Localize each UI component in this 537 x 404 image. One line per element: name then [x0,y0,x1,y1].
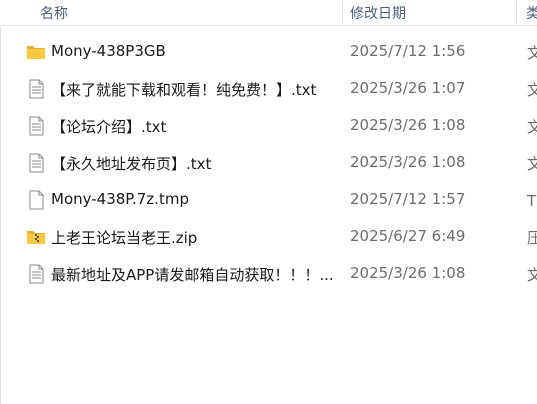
text-file-icon [26,116,46,136]
text-file-icon [26,264,46,284]
file-date: 2025/7/12 1:56 [350,42,466,60]
file-type: 文本文档 [527,266,537,284]
file-type: TMP 文件 [527,192,537,210]
column-header-type[interactable]: 类型 [526,3,537,23]
file-explorer: ^ 名称 修改日期 类型 Mony-438P3GB 2025/7/12 1:56… [0,0,537,404]
text-file-icon [26,79,46,99]
file-date: 2025/7/12 1:57 [350,190,466,208]
blank-file-icon [26,190,46,210]
file-name: 上老王论坛当老王.zip [51,229,198,247]
file-type: 压缩文件 [527,229,537,247]
column-header-bar: ^ 名称 修改日期 类型 [0,0,537,26]
file-date: 2025/3/26 1:07 [350,79,466,97]
file-row[interactable]: Mony-438P.7z.tmp 2025/7/12 1:57 TMP 文件 [0,182,537,218]
file-row[interactable]: 最新地址及APP请发邮箱自动获取！！！... 2025/3/26 1:08 文本… [0,256,537,292]
file-type: 文件夹 [527,44,537,62]
file-type: 文本文档 [527,155,537,173]
column-divider[interactable] [342,0,343,24]
file-date: 2025/3/26 1:08 [350,264,466,282]
file-date: 2025/3/26 1:08 [350,116,466,134]
file-row[interactable]: 【来了就能下载和观看！纯免费！】.txt 2025/3/26 1:07 文本文档 [0,71,537,107]
file-name: 【来了就能下载和观看！纯免费！】.txt [51,81,317,99]
column-header-name[interactable]: 名称 [40,3,68,23]
file-row[interactable]: Mony-438P3GB 2025/7/12 1:56 文件夹 [0,34,537,70]
file-date: 2025/6/27 6:49 [350,227,466,245]
column-header-date-modified[interactable]: 修改日期 [350,3,406,23]
text-file-icon [26,153,46,173]
file-name: 【永久地址发布页】.txt [51,155,212,173]
folder-icon [26,42,46,62]
file-date: 2025/3/26 1:08 [350,153,466,171]
zip-folder-icon [26,227,46,247]
file-name: 【论坛介绍】.txt [51,118,167,136]
file-type: 文本文档 [527,81,537,99]
sort-up-icon: ^ [186,0,194,6]
file-type: 文本文档 [527,118,537,136]
file-row[interactable]: 【论坛介绍】.txt 2025/3/26 1:08 文本文档 [0,108,537,144]
file-row[interactable]: 【永久地址发布页】.txt 2025/3/26 1:08 文本文档 [0,145,537,181]
file-name: Mony-438P.7z.tmp [51,190,189,208]
file-name: Mony-438P3GB [51,42,166,60]
column-divider[interactable] [516,0,517,24]
file-row[interactable]: 上老王论坛当老王.zip 2025/6/27 6:49 压缩文件 [0,219,537,255]
file-name: 最新地址及APP请发邮箱自动获取！！！... [51,266,334,284]
